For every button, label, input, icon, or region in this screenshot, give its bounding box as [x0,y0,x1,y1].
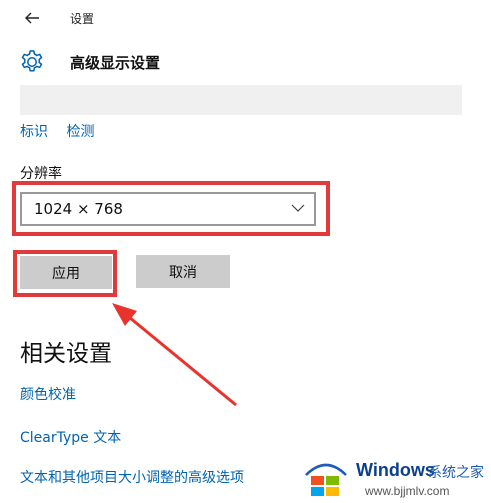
window-title: 设置 [70,12,95,26]
watermark-brand-suffix: 系统之家 [428,465,484,481]
windows-logo-icon [305,463,347,496]
watermark-url: www.bjjmlv.com [365,484,450,498]
display-preview-panel [20,85,462,115]
watermark-brand: Windows [356,460,435,480]
related-settings-title: 相关设置 [20,341,112,367]
display-links: 标识 检测 [20,121,108,141]
apply-highlight-box [13,250,117,297]
identify-link[interactable]: 标识 [20,124,48,140]
advanced-sizing-link[interactable]: 文本和其他项目大小调整的高级选项 [20,467,244,487]
cleartype-text-link[interactable]: ClearType 文本 [20,427,121,447]
color-calibration-link[interactable]: 颜色校准 [20,384,76,404]
detect-link[interactable]: 检测 [66,124,94,140]
back-arrow-icon [25,12,39,24]
page-header: 高级显示设置 [0,40,491,84]
back-button[interactable] [18,6,46,30]
resolution-highlight-box [12,181,330,236]
resolution-label: 分辨率 [20,166,62,182]
gear-icon [21,50,43,72]
titlebar: 设置 [0,0,491,36]
page-title: 高级显示设置 [70,54,161,72]
cancel-button[interactable]: 取消 [136,255,230,288]
watermark: Windows 系统之家 www.bjjmlv.com [303,452,491,503]
